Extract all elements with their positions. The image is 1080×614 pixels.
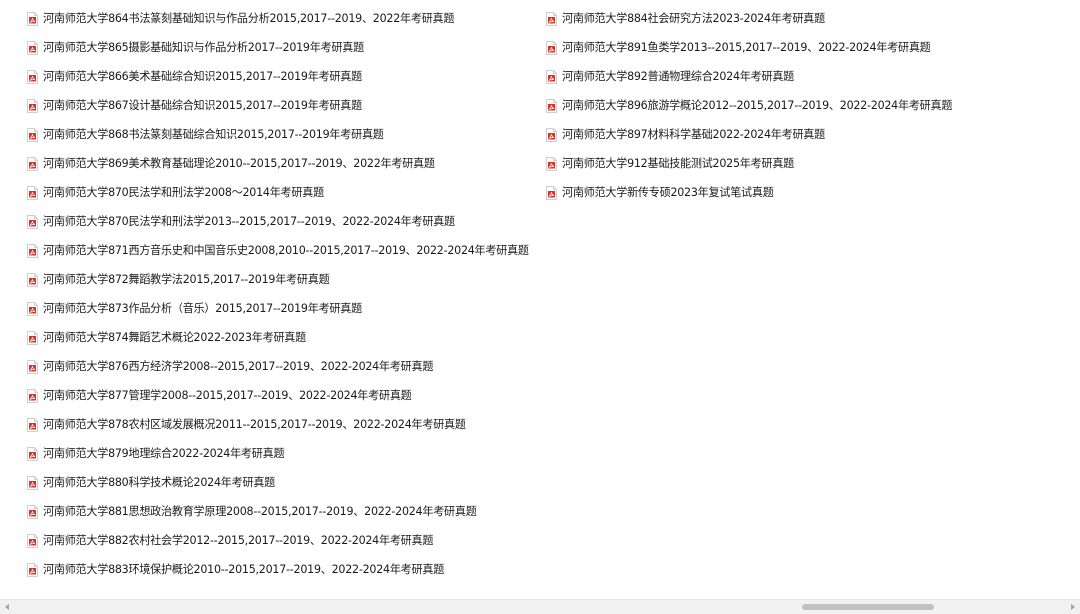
file-item[interactable]: 河南师范大学884社会研究方法2023-2024年考研真题	[546, 4, 1066, 33]
file-name: 河南师范大学892普通物理综合2024年考研真题	[562, 69, 795, 83]
file-name: 河南师范大学865摄影基础知识与作品分析2017--2019年考研真题	[43, 40, 364, 54]
pdf-file-icon	[546, 127, 557, 142]
file-item[interactable]: 河南师范大学869美术教育基础理论2010--2015,2017--2019、2…	[27, 149, 532, 178]
file-item[interactable]: 河南师范大学874舞蹈艺术概论2022-2023年考研真题	[27, 323, 532, 352]
pdf-file-icon	[27, 214, 38, 229]
scroll-right-arrow-icon[interactable]	[1066, 600, 1080, 614]
horizontal-scrollbar[interactable]	[0, 599, 1080, 614]
file-column-left: 河南师范大学864书法篆刻基础知识与作品分析2015,2017--2019、20…	[27, 4, 532, 584]
file-name: 河南师范大学877管理学2008--2015,2017--2019、2022-2…	[43, 388, 412, 402]
file-column-right: 河南师范大学884社会研究方法2023-2024年考研真题河南师范大学891鱼类…	[546, 4, 1066, 207]
pdf-file-icon	[546, 98, 557, 113]
pdf-file-icon	[27, 11, 38, 26]
file-item[interactable]: 河南师范大学867设计基础综合知识2015,2017--2019年考研真题	[27, 91, 532, 120]
file-name: 河南师范大学867设计基础综合知识2015,2017--2019年考研真题	[43, 98, 362, 112]
pdf-file-icon	[27, 243, 38, 258]
pdf-file-icon	[546, 156, 557, 171]
pdf-file-icon	[27, 359, 38, 374]
file-item[interactable]: 河南师范大学870民法学和刑法学2013--2015,2017--2019、20…	[27, 207, 532, 236]
pdf-file-icon	[27, 40, 38, 55]
file-item[interactable]: 河南师范大学870民法学和刑法学2008～2014年考研真题	[27, 178, 532, 207]
file-name: 河南师范大学873作品分析（音乐）2015,2017--2019年考研真题	[43, 301, 362, 315]
pdf-file-icon	[27, 533, 38, 548]
pdf-file-icon	[27, 330, 38, 345]
file-item[interactable]: 河南师范大学882农村社会学2012--2015,2017--2019、2022…	[27, 526, 532, 555]
file-name: 河南师范大学872舞蹈教学法2015,2017--2019年考研真题	[43, 272, 330, 286]
file-name: 河南师范大学881思想政治教育学原理2008--2015,2017--2019、…	[43, 504, 477, 518]
file-item[interactable]: 河南师范大学878农村区域发展概况2011--2015,2017--2019、2…	[27, 410, 532, 439]
file-name: 河南师范大学871西方音乐史和中国音乐史2008,2010--2015,2017…	[43, 243, 529, 257]
file-item[interactable]: 河南师范大学871西方音乐史和中国音乐史2008,2010--2015,2017…	[27, 236, 532, 265]
file-name: 河南师范大学883环境保护概论2010--2015,2017--2019、202…	[43, 562, 445, 576]
file-item[interactable]: 河南师范大学880科学技术概论2024年考研真题	[27, 468, 532, 497]
pdf-file-icon	[27, 272, 38, 287]
file-item[interactable]: 河南师范大学912基础技能测试2025年考研真题	[546, 149, 1066, 178]
pdf-file-icon	[27, 127, 38, 142]
file-item[interactable]: 河南师范大学876西方经济学2008--2015,2017--2019、2022…	[27, 352, 532, 381]
pdf-file-icon	[546, 69, 557, 84]
file-name: 河南师范大学866美术基础综合知识2015,2017--2019年考研真题	[43, 69, 362, 83]
file-name: 河南师范大学新传专硕2023年复试笔试真题	[562, 185, 774, 199]
file-item[interactable]: 河南师范大学881思想政治教育学原理2008--2015,2017--2019、…	[27, 497, 532, 526]
file-name: 河南师范大学897材料科学基础2022-2024年考研真题	[562, 127, 825, 141]
file-name: 河南师范大学882农村社会学2012--2015,2017--2019、2022…	[43, 533, 434, 547]
pdf-file-icon	[27, 301, 38, 316]
pdf-file-icon	[546, 185, 557, 200]
file-name: 河南师范大学891鱼类学2013--2015,2017--2019、2022-2…	[562, 40, 931, 54]
file-name: 河南师范大学868书法篆刻基础综合知识2015,2017--2019年考研真题	[43, 127, 384, 141]
file-item[interactable]: 河南师范大学新传专硕2023年复试笔试真题	[546, 178, 1066, 207]
file-name: 河南师范大学870民法学和刑法学2013--2015,2017--2019、20…	[43, 214, 455, 228]
file-item[interactable]: 河南师范大学868书法篆刻基础综合知识2015,2017--2019年考研真题	[27, 120, 532, 149]
file-name: 河南师范大学876西方经济学2008--2015,2017--2019、2022…	[43, 359, 434, 373]
pdf-file-icon	[27, 446, 38, 461]
pdf-file-icon	[27, 562, 38, 577]
file-item[interactable]: 河南师范大学891鱼类学2013--2015,2017--2019、2022-2…	[546, 33, 1066, 62]
file-list-area: 河南师范大学864书法篆刻基础知识与作品分析2015,2017--2019、20…	[0, 0, 1080, 599]
file-name: 河南师范大学874舞蹈艺术概论2022-2023年考研真题	[43, 330, 306, 344]
file-name: 河南师范大学870民法学和刑法学2008～2014年考研真题	[43, 185, 324, 199]
file-item[interactable]: 河南师范大学892普通物理综合2024年考研真题	[546, 62, 1066, 91]
pdf-file-icon	[546, 40, 557, 55]
scrollbar-thumb[interactable]	[802, 604, 934, 610]
pdf-file-icon	[546, 11, 557, 26]
pdf-file-icon	[27, 185, 38, 200]
file-name: 河南师范大学884社会研究方法2023-2024年考研真题	[562, 11, 825, 25]
file-item[interactable]: 河南师范大学866美术基础综合知识2015,2017--2019年考研真题	[27, 62, 532, 91]
scroll-left-arrow-icon[interactable]	[0, 600, 14, 614]
file-name: 河南师范大学878农村区域发展概况2011--2015,2017--2019、2…	[43, 417, 466, 431]
file-item[interactable]: 河南师范大学896旅游学概论2012--2015,2017--2019、2022…	[546, 91, 1066, 120]
file-item[interactable]: 河南师范大学864书法篆刻基础知识与作品分析2015,2017--2019、20…	[27, 4, 532, 33]
file-item[interactable]: 河南师范大学872舞蹈教学法2015,2017--2019年考研真题	[27, 265, 532, 294]
file-name: 河南师范大学912基础技能测试2025年考研真题	[562, 156, 795, 170]
file-item[interactable]: 河南师范大学883环境保护概论2010--2015,2017--2019、202…	[27, 555, 532, 584]
file-item[interactable]: 河南师范大学897材料科学基础2022-2024年考研真题	[546, 120, 1066, 149]
file-item[interactable]: 河南师范大学879地理综合2022-2024年考研真题	[27, 439, 532, 468]
file-name: 河南师范大学896旅游学概论2012--2015,2017--2019、2022…	[562, 98, 953, 112]
pdf-file-icon	[27, 475, 38, 490]
pdf-file-icon	[27, 417, 38, 432]
pdf-file-icon	[27, 504, 38, 519]
file-name: 河南师范大学880科学技术概论2024年考研真题	[43, 475, 276, 489]
file-name: 河南师范大学879地理综合2022-2024年考研真题	[43, 446, 285, 460]
pdf-file-icon	[27, 69, 38, 84]
pdf-file-icon	[27, 156, 38, 171]
file-item[interactable]: 河南师范大学873作品分析（音乐）2015,2017--2019年考研真题	[27, 294, 532, 323]
pdf-file-icon	[27, 388, 38, 403]
pdf-file-icon	[27, 98, 38, 113]
file-name: 河南师范大学869美术教育基础理论2010--2015,2017--2019、2…	[43, 156, 435, 170]
file-item[interactable]: 河南师范大学877管理学2008--2015,2017--2019、2022-2…	[27, 381, 532, 410]
file-item[interactable]: 河南师范大学865摄影基础知识与作品分析2017--2019年考研真题	[27, 33, 532, 62]
file-name: 河南师范大学864书法篆刻基础知识与作品分析2015,2017--2019、20…	[43, 11, 455, 25]
